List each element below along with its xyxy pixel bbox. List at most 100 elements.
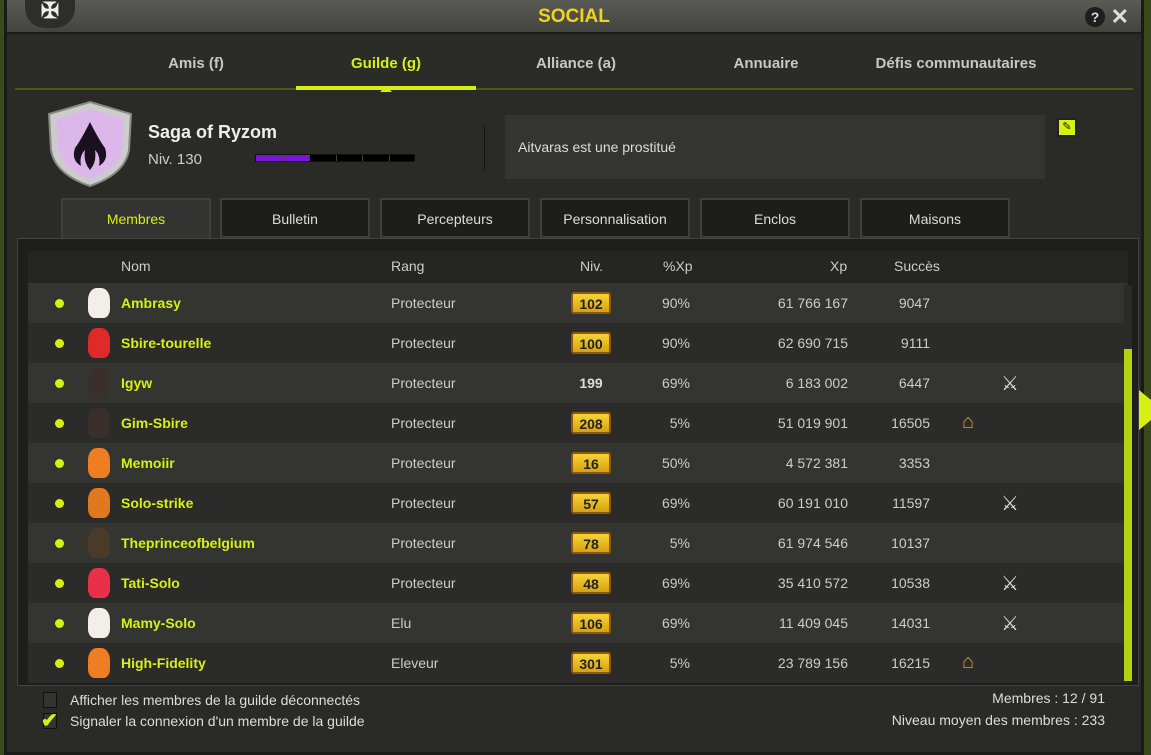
col-xp[interactable]: Xp xyxy=(830,258,847,274)
online-status-icon xyxy=(55,539,64,548)
member-xp: 60 191 010 xyxy=(777,495,848,511)
member-level: 301 xyxy=(571,652,611,674)
member-xp-percent: 50% xyxy=(661,455,690,471)
online-status-icon xyxy=(55,419,64,428)
member-xp: 62 690 715 xyxy=(777,335,848,351)
member-xp-percent: 69% xyxy=(661,575,690,591)
member-xp-percent: 90% xyxy=(661,335,690,351)
col-rang[interactable]: Rang xyxy=(391,258,424,274)
member-level: 106 xyxy=(571,612,611,634)
member-xp-percent: 5% xyxy=(669,655,690,671)
member-xp: 51 019 901 xyxy=(777,415,848,431)
member-level: 57 xyxy=(571,492,611,514)
table-row[interactable]: Memoiir Protecteur 16 50% 4 572 381 3353 xyxy=(28,443,1128,483)
member-succes: 6447 xyxy=(898,375,930,391)
subtab-percepteurs[interactable]: Percepteurs xyxy=(380,198,530,238)
member-succes: 11597 xyxy=(892,495,930,511)
member-level: 102 xyxy=(571,292,611,314)
avatar xyxy=(88,608,110,638)
divider xyxy=(484,125,485,170)
side-expand-arrow-icon[interactable] xyxy=(1139,390,1151,430)
subtab-enclos[interactable]: Enclos xyxy=(700,198,850,238)
col-niv[interactable]: Niv. xyxy=(580,258,603,274)
title-bar[interactable]: ✠ SOCIAL ? ✕ xyxy=(7,0,1141,34)
avatar xyxy=(88,488,110,518)
member-xp: 23 789 156 xyxy=(777,655,848,671)
online-status-icon xyxy=(55,379,64,388)
online-status-icon xyxy=(55,579,64,588)
member-succes: 16215 xyxy=(891,655,930,671)
table-row[interactable]: Igyw Protecteur 199 69% 6 183 002 6447 ⚔ xyxy=(28,363,1128,403)
table-row[interactable]: Mamy-Solo Elu 106 69% 11 409 045 14031 ⚔ xyxy=(28,603,1128,643)
member-rank: Protecteur xyxy=(391,535,456,551)
tab-guilde[interactable]: Guilde (g) xyxy=(351,55,421,72)
member-name[interactable]: Gim-Sbire xyxy=(121,415,188,431)
member-xp-percent: 5% xyxy=(669,535,690,551)
online-status-icon xyxy=(55,339,64,348)
member-rank: Protecteur xyxy=(391,295,456,311)
member-name[interactable]: Theprinceofbelgium xyxy=(121,535,255,551)
member-name[interactable]: Memoiir xyxy=(121,455,175,471)
table-row[interactable]: Tati-Solo Protecteur 48 69% 35 410 572 1… xyxy=(28,563,1128,603)
member-name[interactable]: Igyw xyxy=(121,375,152,391)
col-pxp[interactable]: %Xp xyxy=(663,258,693,274)
member-name[interactable]: Tati-Solo xyxy=(121,575,180,591)
member-xp-percent: 5% xyxy=(669,415,690,431)
avatar xyxy=(88,448,110,478)
member-level: 208 xyxy=(571,412,611,434)
close-icon[interactable]: ✕ xyxy=(1111,4,1129,30)
member-xp: 6 183 002 xyxy=(785,375,848,391)
member-succes: 3353 xyxy=(898,455,930,471)
active-tab-arrow-icon xyxy=(380,80,392,92)
crossed-swords-icon: ⚔ xyxy=(1001,613,1019,635)
tab-amis[interactable]: Amis (f) xyxy=(168,55,224,72)
member-succes: 14031 xyxy=(891,615,930,631)
member-name[interactable]: Solo-strike xyxy=(121,495,193,511)
tab-annuaire[interactable]: Annuaire xyxy=(733,55,798,72)
guild-xp-bar xyxy=(255,154,415,162)
guild-name: Saga of Ryzom xyxy=(148,122,278,142)
table-row[interactable]: High-Fidelity Eleveur 301 5% 23 789 156 … xyxy=(28,643,1128,683)
members-count: Membres : 12 / 91 xyxy=(992,690,1105,706)
member-succes: 10137 xyxy=(891,535,930,551)
subtab-bulletin[interactable]: Bulletin xyxy=(220,198,370,238)
member-xp-percent: 69% xyxy=(661,375,690,391)
avatar xyxy=(88,528,110,558)
show-offline-checkbox[interactable] xyxy=(43,692,57,708)
help-icon[interactable]: ? xyxy=(1085,7,1105,27)
table-row[interactable]: Sbire-tourelle Protecteur 100 90% 62 690… xyxy=(28,323,1128,363)
member-rank: Protecteur xyxy=(391,455,456,471)
member-level: 78 xyxy=(571,532,611,554)
tab-defis[interactable]: Défis communautaires xyxy=(876,55,1037,72)
edit-message-button[interactable]: ✎ xyxy=(1057,118,1077,137)
member-xp: 4 572 381 xyxy=(785,455,848,471)
col-nom[interactable]: Nom xyxy=(121,258,151,274)
avatar xyxy=(88,408,110,438)
member-name[interactable]: Mamy-Solo xyxy=(121,615,196,631)
crossed-swords-icon: ⚔ xyxy=(1001,573,1019,595)
subtab-personnalisation[interactable]: Personnalisation xyxy=(540,198,690,238)
table-header: Nom Rang Niv. %Xp Xp Succès xyxy=(28,251,1128,283)
notify-label: Signaler la connexion d'un membre de la … xyxy=(70,713,365,729)
table-row[interactable]: Ambrasy Protecteur 102 90% 61 766 167 90… xyxy=(28,283,1128,323)
member-name[interactable]: Sbire-tourelle xyxy=(121,335,211,351)
house-icon: ⌂ xyxy=(962,651,975,673)
social-window: ✠ SOCIAL ? ✕ Amis (f) Guilde (g) Allianc… xyxy=(4,0,1144,755)
member-succes: 10538 xyxy=(891,575,930,591)
table-row[interactable]: Theprinceofbelgium Protecteur 78 5% 61 9… xyxy=(28,523,1128,563)
member-succes: 16505 xyxy=(891,415,930,431)
member-xp: 35 410 572 xyxy=(777,575,848,591)
scrollbar-thumb[interactable] xyxy=(1124,349,1132,681)
subtab-maisons[interactable]: Maisons xyxy=(860,198,1010,238)
table-row[interactable]: Solo-strike Protecteur 57 69% 60 191 010… xyxy=(28,483,1128,523)
member-xp: 11 409 045 xyxy=(778,615,848,631)
col-succes[interactable]: Succès xyxy=(894,258,940,274)
member-name[interactable]: Ambrasy xyxy=(121,295,181,311)
table-row[interactable]: Gim-Sbire Protecteur 208 5% 51 019 901 1… xyxy=(28,403,1128,443)
scrollbar[interactable] xyxy=(1124,285,1132,681)
member-level: 199 xyxy=(579,375,603,391)
subtab-membres[interactable]: Membres xyxy=(61,198,211,240)
member-xp-percent: 69% xyxy=(661,615,690,631)
tab-alliance[interactable]: Alliance (a) xyxy=(536,55,616,72)
member-name[interactable]: High-Fidelity xyxy=(121,655,206,671)
